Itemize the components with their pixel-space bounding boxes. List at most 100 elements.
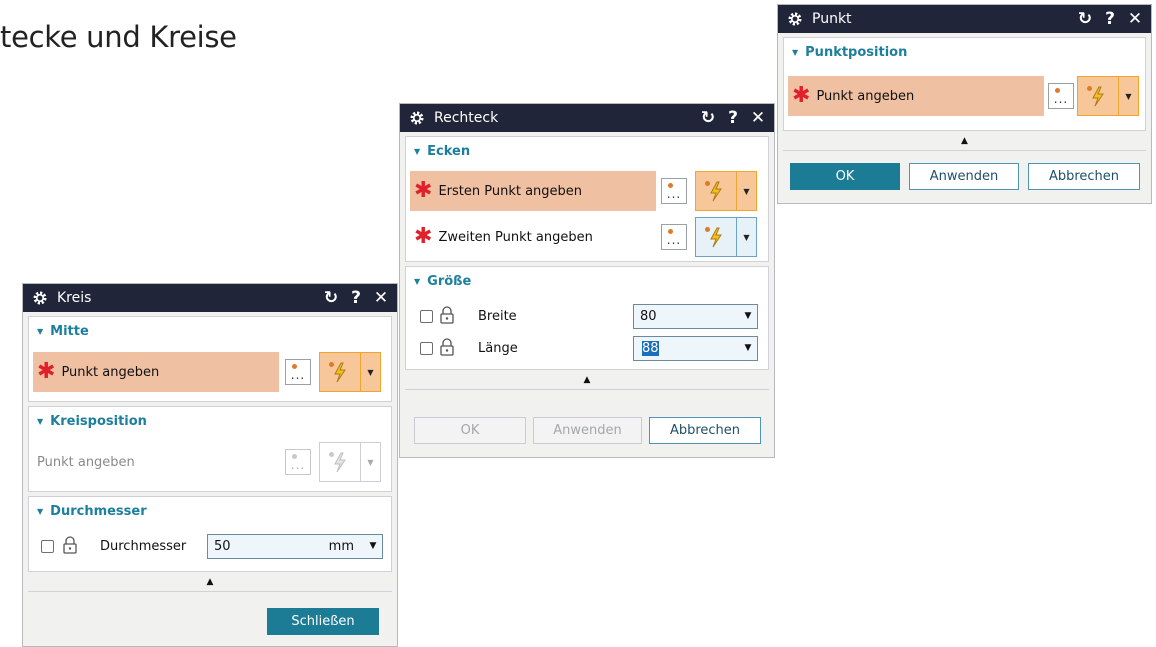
punkt-select-row: ✱ Punkt angeben ... ▼ [784, 76, 1145, 116]
required-star-icon: ✱ [414, 178, 433, 203]
lightning-point-icon [320, 353, 360, 391]
collapse-triangle-icon: ▼ [37, 416, 44, 426]
select-label-text: Punkt angeben [816, 88, 915, 104]
lock-icon[interactable] [62, 536, 78, 554]
close-button[interactable]: Schließen [267, 608, 379, 635]
laenge-value[interactable]: 88 [634, 340, 739, 356]
section-title: Ecken [427, 143, 471, 159]
dot-icon [668, 229, 673, 234]
mitte-section: ▼ Mitte ✱ Punkt angeben ... ▼ [28, 316, 392, 402]
collapse-toggle[interactable]: ▲ [405, 370, 769, 390]
dot-icon [705, 181, 710, 186]
help-icon[interactable]: ? [1102, 9, 1118, 29]
required-star-icon: ✱ [37, 359, 56, 384]
dot-icon [705, 227, 710, 232]
kreisposition-select-label[interactable]: Punkt angeben [33, 442, 279, 482]
inferred-point-button[interactable]: ▼ [695, 217, 757, 257]
lock-icon[interactable] [439, 338, 455, 356]
dots-icon: ... [666, 233, 682, 247]
chevron-down-icon[interactable]: ▼ [739, 311, 757, 321]
durchmesser-combobox[interactable]: 50 mm ▼ [207, 533, 383, 559]
ok-button[interactable]: OK [790, 163, 900, 190]
section-title: Größe [427, 273, 472, 289]
gear-icon[interactable] [31, 289, 49, 307]
dialog-title: Punkt [812, 11, 852, 27]
point-dialog-button[interactable]: ... [1048, 83, 1074, 109]
second-point-label[interactable]: ✱ Zweiten Punkt angeben [410, 217, 656, 257]
lightning-point-icon [696, 218, 736, 256]
reset-icon[interactable]: ↻ [1077, 9, 1093, 29]
groesse-header[interactable]: ▼ Größe [406, 267, 768, 295]
ecken-section: ▼ Ecken ✱ Ersten Punkt angeben ... ▼ ✱ Z… [405, 136, 769, 262]
point-dialog-button[interactable]: ... [285, 359, 311, 385]
kreisposition-header[interactable]: ▼ Kreisposition [29, 407, 391, 435]
collapse-toggle[interactable]: ▲ [783, 131, 1146, 151]
collapse-triangle-icon: ▼ [414, 146, 421, 156]
reset-icon[interactable]: ↻ [323, 288, 339, 308]
reset-icon[interactable]: ↻ [700, 108, 716, 128]
cancel-button[interactable]: Abbrechen [1028, 163, 1140, 190]
durchmesser-checkbox[interactable] [41, 539, 54, 553]
second-point-row: ✱ Zweiten Punkt angeben ... ▼ [406, 217, 768, 257]
dot-icon [329, 362, 334, 367]
point-dialog-button[interactable]: ... [661, 178, 687, 204]
collapse-triangle-icon: ▼ [37, 506, 44, 516]
punkt-select-label[interactable]: ✱ Punkt angeben [788, 76, 1044, 116]
ok-button[interactable]: OK [414, 417, 526, 444]
cancel-button[interactable]: Abbrechen [649, 417, 761, 444]
collapse-toggle[interactable]: ▲ [28, 572, 392, 592]
chevron-down-icon[interactable]: ▼ [360, 353, 380, 391]
inferred-point-button[interactable]: ▼ [319, 442, 381, 482]
chevron-down-icon[interactable]: ▼ [736, 218, 756, 256]
laenge-checkbox[interactable] [420, 341, 433, 355]
help-icon[interactable]: ? [348, 288, 364, 308]
help-icon[interactable]: ? [725, 108, 741, 128]
apply-button[interactable]: Anwenden [533, 417, 642, 444]
chevron-down-icon[interactable]: ▼ [364, 541, 382, 551]
breite-label: Breite [478, 308, 517, 324]
laenge-row: Länge 88 ▼ [406, 333, 768, 363]
apply-button[interactable]: Anwenden [909, 163, 1019, 190]
close-icon[interactable]: ✕ [1127, 9, 1143, 29]
chevron-down-icon[interactable]: ▼ [736, 172, 756, 210]
laenge-value-text[interactable]: 88 [642, 340, 659, 356]
dots-icon: ... [290, 368, 306, 382]
breite-combobox[interactable]: 80 ▼ [633, 303, 758, 329]
groesse-section: ▼ Größe Breite 80 ▼ Länge 88 ▼ [405, 266, 769, 370]
mitte-header[interactable]: ▼ Mitte [29, 317, 391, 345]
punkt-dialog: Punkt ↻ ? ✕ ▼ Punktposition ✱ Punkt ange… [777, 4, 1152, 204]
select-label-text: Punkt angeben [61, 364, 160, 380]
inferred-point-button[interactable]: ▼ [319, 352, 381, 392]
close-icon[interactable]: ✕ [750, 108, 766, 128]
dots-icon: ... [290, 458, 306, 472]
punkt-titlebar[interactable]: Punkt ↻ ? ✕ [778, 5, 1151, 33]
point-dialog-button[interactable]: ... [661, 224, 687, 250]
durchmesser-value[interactable]: 50 [208, 539, 329, 554]
dots-icon: ... [666, 187, 682, 201]
gear-icon[interactable] [408, 109, 426, 127]
first-point-label[interactable]: ✱ Ersten Punkt angeben [410, 171, 656, 211]
select-label-text: Ersten Punkt angeben [438, 183, 583, 199]
kreis-dialog: Kreis ↻ ? ✕ ▼ Mitte ✱ Punkt angeben ... … [22, 283, 398, 647]
point-dialog-button[interactable]: ... [285, 449, 311, 475]
collapse-triangle-icon: ▼ [792, 47, 799, 57]
laenge-combobox[interactable]: 88 ▼ [633, 335, 758, 361]
mitte-select-label[interactable]: ✱ Punkt angeben [33, 352, 279, 392]
punktposition-header[interactable]: ▼ Punktposition [784, 38, 1145, 66]
lock-icon[interactable] [439, 306, 455, 324]
chevron-down-icon[interactable]: ▼ [360, 443, 380, 481]
punktposition-section: ▼ Punktposition ✱ Punkt angeben ... ▼ [783, 37, 1146, 131]
gear-icon[interactable] [786, 10, 804, 28]
kreis-titlebar[interactable]: Kreis ↻ ? ✕ [23, 284, 397, 312]
close-icon[interactable]: ✕ [373, 288, 389, 308]
chevron-down-icon[interactable]: ▼ [1118, 77, 1138, 115]
breite-checkbox[interactable] [420, 309, 433, 323]
breite-value[interactable]: 80 [634, 309, 739, 324]
rechteck-titlebar[interactable]: Rechteck ↻ ? ✕ [400, 104, 774, 132]
collapse-triangle-icon: ▼ [414, 276, 421, 286]
inferred-point-button[interactable]: ▼ [1077, 76, 1139, 116]
chevron-down-icon[interactable]: ▼ [739, 343, 757, 353]
ecken-header[interactable]: ▼ Ecken [406, 137, 768, 165]
durchmesser-header[interactable]: ▼ Durchmesser [29, 497, 391, 525]
inferred-point-button[interactable]: ▼ [695, 171, 757, 211]
